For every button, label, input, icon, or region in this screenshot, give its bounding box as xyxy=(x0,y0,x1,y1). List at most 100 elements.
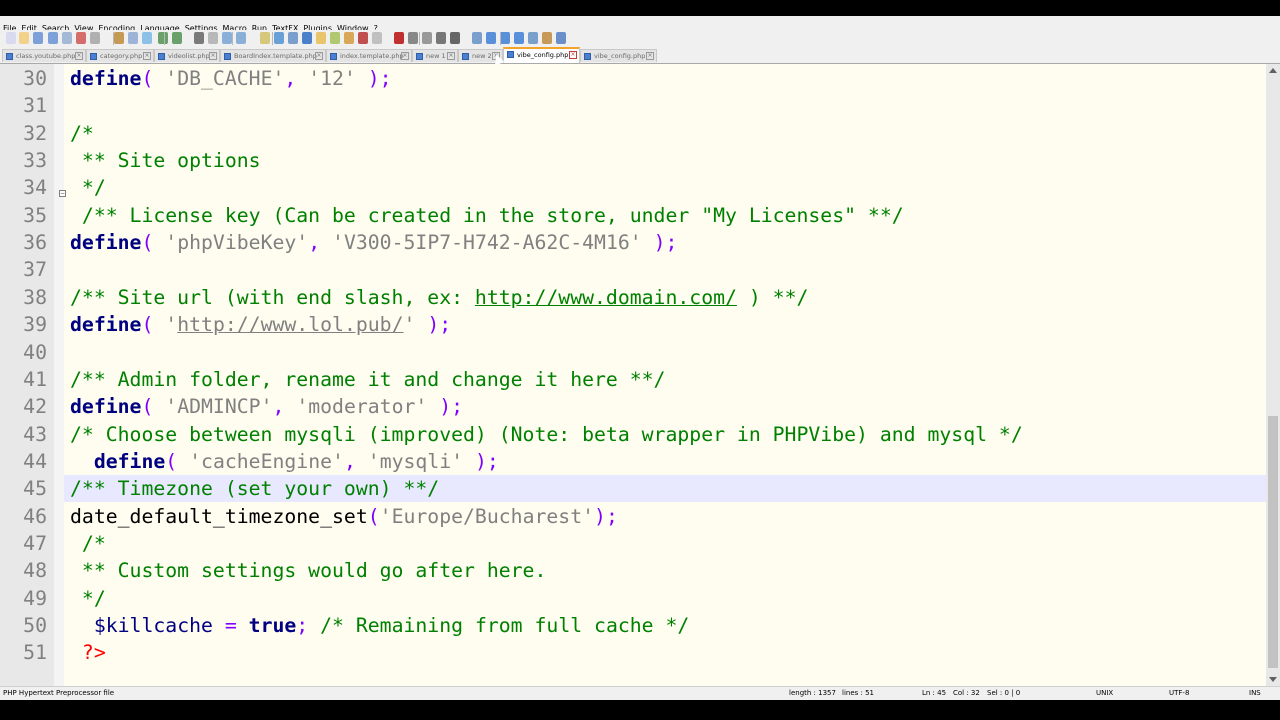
textfx-icon-5[interactable] xyxy=(528,32,538,44)
tab-active[interactable]: vibe_config.php × xyxy=(503,47,580,63)
code-line[interactable]: 51 ?> xyxy=(0,639,1266,666)
code-line[interactable]: 50 $killcache = true; /* Remaining from … xyxy=(0,612,1266,639)
tab-label: vibe_config.php xyxy=(517,51,569,59)
print-icon[interactable] xyxy=(90,32,100,44)
file-icon xyxy=(416,53,423,60)
save-macro-icon[interactable] xyxy=(450,32,460,44)
scroll-up-icon[interactable] xyxy=(1269,68,1277,73)
code-text: /* xyxy=(70,120,94,147)
indent-guide-icon[interactable] xyxy=(316,32,326,44)
line-number: 38 xyxy=(23,285,47,309)
sync-horizontal-icon[interactable] xyxy=(274,32,284,44)
redo-icon[interactable] xyxy=(172,32,182,44)
lang-icon[interactable] xyxy=(330,32,340,44)
tab[interactable]: vibe_config.php × xyxy=(580,49,657,62)
textfx-icon-6[interactable] xyxy=(542,32,552,44)
code-line[interactable]: 40 xyxy=(0,339,1266,366)
toolbar-separator xyxy=(272,32,273,45)
close-all-icon[interactable] xyxy=(76,32,86,44)
cut-icon[interactable] xyxy=(114,32,124,44)
line-number: 40 xyxy=(23,340,47,364)
new-file-icon[interactable] xyxy=(6,32,16,44)
code-line[interactable]: 37 xyxy=(0,256,1266,283)
code-line[interactable]: 30 define( 'DB_CACHE', '12' ); xyxy=(0,65,1266,92)
code-line[interactable]: 42 define( 'ADMINCP', 'moderator' ); xyxy=(0,393,1266,420)
code-token: define xyxy=(70,313,142,337)
tab-close-icon[interactable]: × xyxy=(401,52,409,60)
code-line[interactable]: 34 */ xyxy=(0,174,1266,201)
code-line[interactable]: 32 /* xyxy=(0,120,1266,147)
tab[interactable]: category.php × xyxy=(86,49,154,62)
tab[interactable]: index.template.php × xyxy=(326,49,412,62)
scrollbar-thumb[interactable] xyxy=(1268,416,1278,668)
code-token: ' xyxy=(165,313,178,337)
copy-icon[interactable] xyxy=(128,32,138,44)
line-number: 49 xyxy=(23,586,47,610)
code-line[interactable]: 46 date_default_timezone_set('Europe/Buch… xyxy=(0,503,1266,530)
tab[interactable]: class.youtube.php × xyxy=(2,49,86,62)
textfx-icon-1[interactable] xyxy=(472,32,482,44)
code-line[interactable]: 36 define( 'phpVibeKey', 'V300-5IP7-H742-… xyxy=(0,229,1266,256)
code-line[interactable]: 41 /** Admin folder, rename it and change… xyxy=(0,366,1266,393)
scroll-down-icon[interactable] xyxy=(1269,677,1277,682)
code-token: ); xyxy=(641,231,678,255)
code-token: /** Admin folder, rename it and change i… xyxy=(70,367,666,391)
code-text: /** License key (Can be created in the s… xyxy=(70,202,904,229)
folder-icon[interactable] xyxy=(372,32,382,44)
textfx-icon-3[interactable] xyxy=(500,32,510,44)
close-icon[interactable] xyxy=(62,32,72,44)
vertical-scrollbar[interactable] xyxy=(1266,64,1280,686)
tab-close-icon[interactable]: × xyxy=(315,52,323,60)
textfx-icon-7[interactable] xyxy=(556,32,566,44)
code-line[interactable]: 31 xyxy=(0,92,1266,119)
zoom-in-icon[interactable] xyxy=(222,32,232,44)
line-number: 44 xyxy=(23,449,47,473)
code-line[interactable]: 33 ** Site options xyxy=(0,147,1266,174)
code-line[interactable]: 48 ** Custom settings would go after her… xyxy=(0,557,1266,584)
word-wrap-icon[interactable] xyxy=(288,32,298,44)
tab[interactable]: videolist.php × xyxy=(154,49,220,62)
play-macro-icon[interactable] xyxy=(422,32,432,44)
tab-close-icon[interactable]: × xyxy=(646,52,654,60)
tab-close-icon[interactable]: × xyxy=(75,52,83,60)
tab-label: class.youtube.php xyxy=(16,52,76,60)
undo-icon[interactable] xyxy=(158,32,168,44)
code-line[interactable]: 44 define( 'cacheEngine', 'mysqli' ); xyxy=(0,448,1266,475)
code-token: /* Remaining from full cache */ xyxy=(308,614,690,637)
record-macro-icon[interactable] xyxy=(394,32,404,44)
code-token: */ xyxy=(70,586,106,610)
replace-icon[interactable] xyxy=(208,32,218,44)
code-line[interactable]: 38 /** Site url (with end slash, ex: http… xyxy=(0,284,1266,311)
code-editor[interactable]: − 30 define( 'DB_CACHE', '12' ); 31 32/* 33 … xyxy=(0,64,1266,686)
show-all-chars-icon[interactable] xyxy=(302,32,312,44)
textfx-icon-2[interactable] xyxy=(486,32,496,44)
function-list-icon[interactable] xyxy=(358,32,368,44)
tab-close-icon[interactable]: × xyxy=(209,52,217,60)
tab-close-icon[interactable]: × xyxy=(143,52,151,60)
open-file-icon[interactable] xyxy=(19,32,29,44)
tab[interactable]: BoardIndex.template.php × xyxy=(220,49,326,62)
tab[interactable]: new 1 × xyxy=(412,49,458,62)
line-number: 34 xyxy=(23,176,47,200)
save-all-icon[interactable] xyxy=(48,32,58,44)
code-line[interactable]: 39 define( 'http://www.lol.pub/' ); xyxy=(0,311,1266,338)
find-icon[interactable] xyxy=(194,32,204,44)
textfx-icon-4[interactable] xyxy=(514,32,524,44)
save-icon[interactable] xyxy=(33,32,43,44)
code-line[interactable]: 47 /* xyxy=(0,530,1266,557)
zoom-out-icon[interactable] xyxy=(236,32,246,44)
code-line[interactable]: 45 /** Timezone (set your own) **/ xyxy=(0,475,1266,502)
sync-vertical-icon[interactable] xyxy=(260,32,270,44)
toolbar-separator xyxy=(113,32,114,45)
file-icon xyxy=(224,53,231,60)
doc-map-icon[interactable] xyxy=(344,32,354,44)
stop-macro-icon[interactable] xyxy=(408,32,418,44)
tab-close-icon[interactable]: × xyxy=(447,52,455,60)
tab-close-icon[interactable]: × xyxy=(569,51,577,59)
code-line[interactable]: 43 /* Choose between mysqli (improved) (N… xyxy=(0,421,1266,448)
code-line[interactable]: 49 */ xyxy=(0,585,1266,612)
code-line[interactable]: 35 /** License key (Can be created in th… xyxy=(0,202,1266,229)
run-macro-multiple-icon[interactable] xyxy=(436,32,446,44)
paste-icon[interactable] xyxy=(142,32,152,44)
code-text: */ xyxy=(70,174,106,201)
